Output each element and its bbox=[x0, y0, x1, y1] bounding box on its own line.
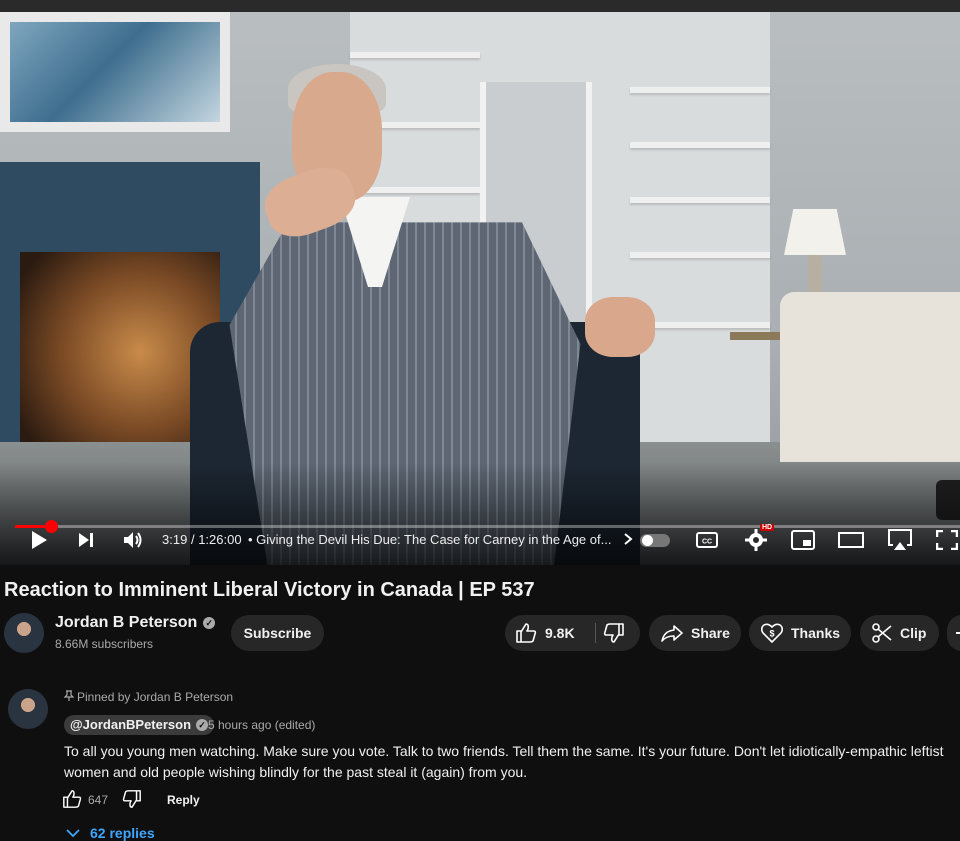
thanks-label: Thanks bbox=[791, 625, 841, 641]
captions-button[interactable]: CC bbox=[695, 527, 719, 553]
top-strip bbox=[0, 0, 960, 12]
next-button[interactable] bbox=[75, 527, 97, 553]
duration: 1:26:00 bbox=[198, 532, 242, 547]
like-button[interactable]: 9.8K bbox=[515, 623, 575, 643]
replies-count: 62 replies bbox=[90, 825, 155, 841]
fullscreen-button[interactable] bbox=[934, 527, 960, 553]
dislike-button[interactable] bbox=[603, 623, 625, 646]
share-icon bbox=[661, 625, 683, 642]
view-replies-button[interactable]: 62 replies bbox=[66, 825, 155, 841]
clip-label: Clip bbox=[900, 625, 927, 641]
hd-badge: HD bbox=[760, 524, 775, 531]
share-label: Share bbox=[691, 625, 730, 641]
video-frame-hand bbox=[585, 297, 655, 357]
clip-button[interactable]: Clip bbox=[860, 615, 939, 651]
like-divider bbox=[595, 623, 596, 643]
chapter-button[interactable]: • Giving the Devil His Due: The Case for… bbox=[248, 532, 633, 547]
time-separator: / bbox=[190, 532, 195, 547]
play-icon bbox=[32, 531, 47, 549]
scissors-icon bbox=[872, 623, 892, 643]
chevron-right-icon bbox=[624, 533, 633, 545]
comment-dislike-button[interactable] bbox=[122, 789, 142, 814]
svg-text:$: $ bbox=[769, 629, 774, 639]
thumbs-down-icon bbox=[603, 623, 624, 643]
comment-like-button[interactable] bbox=[62, 789, 82, 814]
video-frame-lamp bbox=[784, 209, 846, 255]
thumbs-down-icon bbox=[122, 790, 141, 808]
reply-button[interactable]: Reply bbox=[167, 793, 200, 807]
more-icon bbox=[956, 632, 960, 634]
thanks-button[interactable]: $ Thanks bbox=[749, 615, 851, 651]
handle-text: @JordanBPeterson bbox=[70, 717, 192, 732]
play-button[interactable] bbox=[28, 527, 50, 553]
comment-text: To all you young men watching. Make sure… bbox=[64, 743, 944, 780]
volume-button[interactable] bbox=[121, 527, 145, 553]
autoplay-toggle[interactable] bbox=[640, 534, 670, 547]
theater-button[interactable] bbox=[838, 527, 864, 553]
chapter-title: Giving the Devil His Due: The Case for C… bbox=[256, 532, 612, 547]
verified-icon: ✓ bbox=[203, 617, 216, 629]
video-frame-painting bbox=[0, 12, 230, 132]
svg-text:CC: CC bbox=[702, 539, 712, 546]
pinned-text: Pinned by Jordan B Peterson bbox=[77, 690, 234, 704]
like-dislike-group: 9.8K bbox=[505, 615, 640, 651]
share-button[interactable]: Share bbox=[649, 615, 741, 651]
verified-icon: ✓ bbox=[196, 719, 209, 731]
channel-name[interactable]: Jordan B Peterson ✓ bbox=[55, 614, 216, 632]
volume-icon bbox=[124, 532, 142, 548]
channel-name-text: Jordan B Peterson bbox=[55, 614, 198, 631]
time-display: 3:19 / 1:26:00 bbox=[162, 532, 242, 547]
comment-author-handle[interactable]: @JordanBPeterson ✓ bbox=[64, 715, 215, 735]
video-player[interactable]: 3:19 / 1:26:00 • Giving the Devil His Du… bbox=[0, 12, 960, 565]
airplay-button[interactable] bbox=[886, 527, 914, 553]
thumbs-up-icon bbox=[63, 790, 82, 808]
current-time: 3:19 bbox=[162, 532, 188, 547]
chevron-down-icon bbox=[66, 828, 80, 837]
video-frame-sofa bbox=[780, 292, 960, 462]
comment-like-count: 647 bbox=[88, 793, 109, 807]
subscribe-button[interactable]: Subscribe bbox=[231, 615, 324, 651]
theater-icon bbox=[838, 532, 864, 548]
comment-avatar[interactable] bbox=[8, 689, 48, 729]
miniplayer-icon bbox=[791, 530, 815, 550]
pinned-label: Pinned by Jordan B Peterson bbox=[63, 690, 234, 704]
player-controls: 3:19 / 1:26:00 • Giving the Devil His Du… bbox=[0, 524, 960, 553]
miniplayer-button[interactable] bbox=[790, 527, 816, 553]
next-icon bbox=[79, 533, 93, 547]
thumbs-up-icon bbox=[516, 623, 537, 643]
channel-avatar[interactable] bbox=[4, 613, 44, 653]
captions-icon: CC bbox=[696, 532, 718, 548]
like-count: 9.8K bbox=[545, 625, 575, 641]
comment-timestamp[interactable]: 5 hours ago (edited) bbox=[208, 718, 315, 732]
more-actions-button[interactable] bbox=[947, 615, 960, 651]
subscribe-label: Subscribe bbox=[243, 625, 312, 641]
thanks-heart-icon: $ bbox=[761, 623, 783, 643]
subscriber-count: 8.66M subscribers bbox=[55, 637, 154, 651]
pin-icon bbox=[63, 690, 75, 701]
fullscreen-icon bbox=[936, 530, 958, 550]
airplay-icon bbox=[888, 529, 912, 550]
video-title: Reaction to Imminent Liberal Victory in … bbox=[4, 579, 535, 601]
gear-icon bbox=[745, 529, 767, 551]
